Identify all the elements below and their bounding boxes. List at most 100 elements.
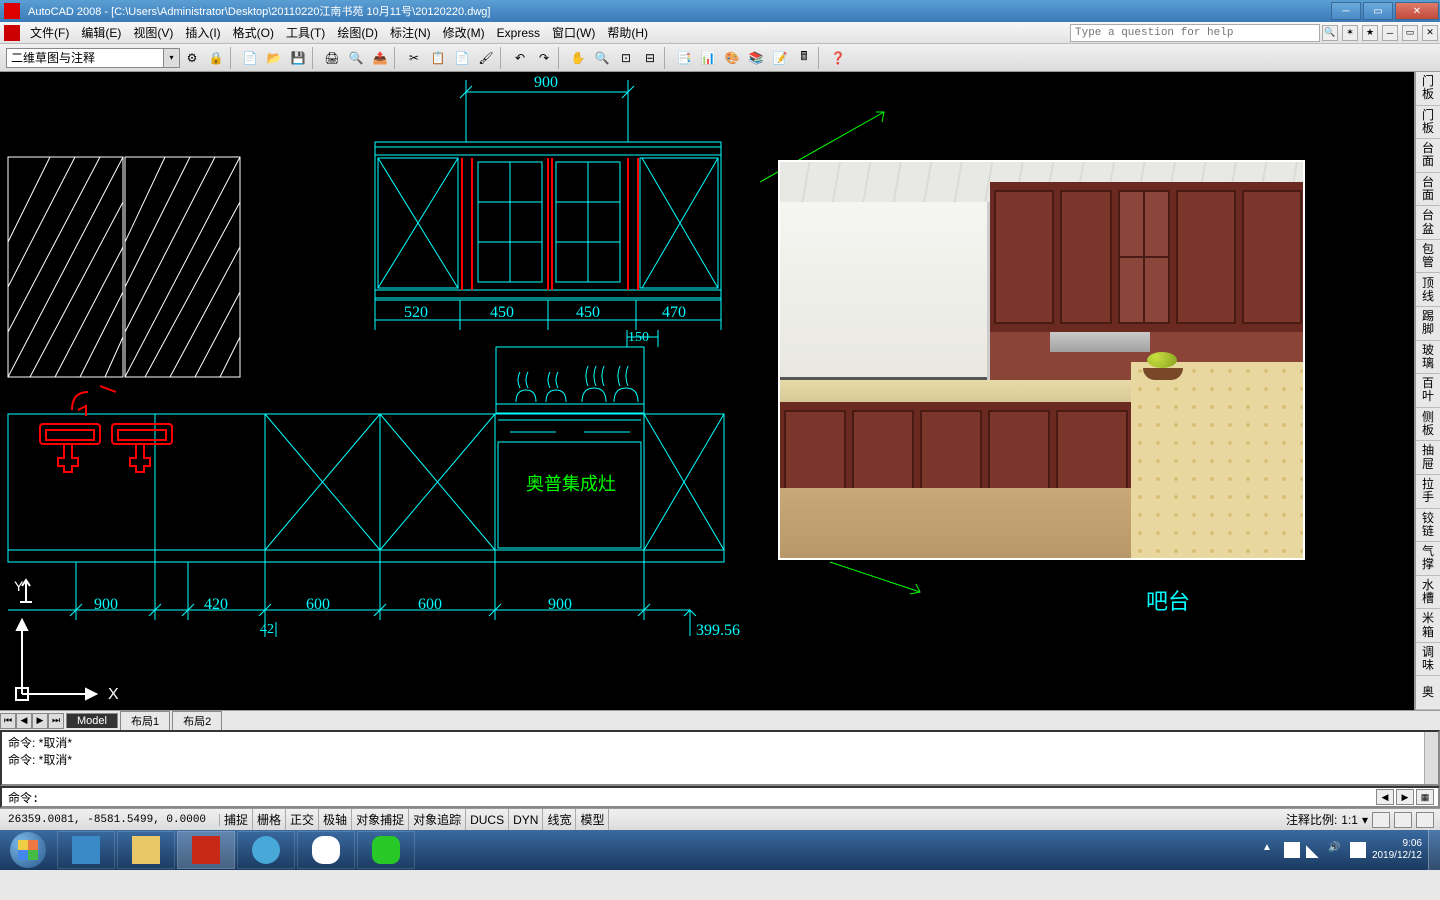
favorites-icon[interactable]: ★ (1362, 25, 1378, 41)
status-snap[interactable]: 捕捉 (220, 809, 253, 830)
tab-model[interactable]: Model (66, 713, 118, 728)
menu-file[interactable]: 文件(F) (24, 24, 75, 41)
status-lwt[interactable]: 线宽 (543, 809, 576, 830)
menu-insert[interactable]: 插入(I) (179, 24, 226, 41)
taskbar-autocad[interactable] (177, 831, 235, 869)
undo-icon[interactable]: ↶ (509, 47, 531, 69)
zoom-window-icon[interactable]: ⊡ (615, 47, 637, 69)
status-grid[interactable]: 栅格 (253, 809, 286, 830)
palette-item[interactable]: 门板 (1416, 72, 1440, 106)
status-tray-icon[interactable] (1416, 812, 1434, 828)
sheet-set-icon[interactable]: 📚 (745, 47, 767, 69)
print-preview-icon[interactable]: 🔍 (345, 47, 367, 69)
tray-volume-icon[interactable]: 🔊 (1328, 842, 1344, 858)
menu-help[interactable]: 帮助(H) (601, 24, 654, 41)
match-properties-icon[interactable]: 🖌 (475, 47, 497, 69)
menu-edit[interactable]: 编辑(E) (75, 24, 127, 41)
palette-item[interactable]: 奥 (1416, 676, 1440, 710)
menu-window[interactable]: 窗口(W) (546, 24, 601, 41)
help-search-icon[interactable]: 🔍 (1322, 25, 1338, 41)
palette-item[interactable]: 铰链 (1416, 509, 1440, 543)
minimize-button[interactable]: ─ (1331, 2, 1361, 20)
save-file-icon[interactable]: 💾 (287, 47, 309, 69)
palette-item[interactable]: 气撑 (1416, 542, 1440, 576)
show-desktop-button[interactable] (1428, 830, 1440, 870)
cmd-left-icon[interactable]: ◀ (1376, 789, 1394, 805)
palette-item[interactable]: 台面 (1416, 173, 1440, 207)
print-icon[interactable]: 🖨 (321, 47, 343, 69)
annotation-visibility-icon[interactable] (1372, 812, 1390, 828)
menu-draw[interactable]: 绘图(D) (331, 24, 384, 41)
menu-dimension[interactable]: 标注(N) (384, 24, 437, 41)
palette-item[interactable]: 侧板 (1416, 408, 1440, 442)
palette-item[interactable]: 玻璃 (1416, 341, 1440, 375)
scale-value[interactable]: 1:1 (1341, 813, 1358, 827)
zoom-previous-icon[interactable]: ⊟ (639, 47, 661, 69)
redo-icon[interactable]: ↷ (533, 47, 555, 69)
workspace-settings-icon[interactable]: ⚙ (181, 47, 203, 69)
tray-ime-icon[interactable] (1350, 842, 1366, 858)
mdi-restore-button[interactable]: ▭ (1402, 25, 1418, 41)
taskbar-qq[interactable] (297, 831, 355, 869)
taskbar-explorer[interactable] (117, 831, 175, 869)
palette-item[interactable]: 顶线 (1416, 273, 1440, 307)
status-otrack[interactable]: 对象追踪 (409, 809, 466, 830)
properties-icon[interactable]: 📑 (673, 47, 695, 69)
status-ortho[interactable]: 正交 (286, 809, 319, 830)
workspace-combo-dropdown[interactable]: ▾ (164, 48, 180, 68)
cmd-scrollbar[interactable] (1424, 732, 1438, 784)
tab-nav-first[interactable]: ⏮ (0, 713, 16, 729)
publish-icon[interactable]: 📤 (369, 47, 391, 69)
palette-item[interactable]: 抽屉 (1416, 441, 1440, 475)
scale-dropdown-icon[interactable]: ▾ (1362, 813, 1368, 827)
mdi-close-button[interactable]: ✕ (1422, 25, 1438, 41)
cmd-clean-icon[interactable]: ▦ (1416, 789, 1434, 805)
palette-item[interactable]: 调味 (1416, 643, 1440, 677)
tab-layout2[interactable]: 布局2 (172, 711, 222, 730)
tray-up-icon[interactable]: ▲ (1262, 842, 1278, 858)
palette-item[interactable]: 台盆 (1416, 206, 1440, 240)
status-dyn[interactable]: DYN (509, 809, 543, 830)
menu-format[interactable]: 格式(O) (227, 24, 280, 41)
palette-item[interactable]: 米箱 (1416, 609, 1440, 643)
help-search-input[interactable] (1070, 24, 1320, 42)
palette-item[interactable]: 百叶 (1416, 374, 1440, 408)
cut-icon[interactable]: ✂ (403, 47, 425, 69)
start-button[interactable] (0, 830, 56, 870)
menu-express[interactable]: Express (491, 26, 546, 40)
palette-item[interactable]: 包管 (1416, 240, 1440, 274)
design-center-icon[interactable]: 📊 (697, 47, 719, 69)
tab-nav-next[interactable]: ▶ (32, 713, 48, 729)
palette-item[interactable]: 踢脚 (1416, 307, 1440, 341)
zoom-icon[interactable]: 🔍 (591, 47, 613, 69)
maximize-button[interactable]: ▭ (1363, 2, 1393, 20)
tab-layout1[interactable]: 布局1 (120, 711, 170, 730)
tray-network-icon[interactable] (1306, 842, 1322, 858)
workspace-lock-icon[interactable]: 🔒 (205, 47, 227, 69)
tool-palette-icon[interactable]: 🎨 (721, 47, 743, 69)
open-file-icon[interactable]: 📂 (263, 47, 285, 69)
status-ducs[interactable]: DUCS (466, 809, 509, 830)
autodesk-icon[interactable] (4, 25, 20, 41)
new-file-icon[interactable]: 📄 (239, 47, 261, 69)
annotation-autoscale-icon[interactable] (1394, 812, 1412, 828)
quickcalc-icon[interactable]: 🖩 (793, 47, 815, 69)
drawing-canvas[interactable]: 900 520 450 450 470 150 900 420 42 600 6… (0, 72, 1414, 710)
taskbar-app[interactable] (57, 831, 115, 869)
copy-icon[interactable]: 📋 (427, 47, 449, 69)
taskbar-wechat[interactable] (357, 831, 415, 869)
tray-flag-icon[interactable] (1284, 842, 1300, 858)
tab-nav-prev[interactable]: ◀ (16, 713, 32, 729)
taskbar-browser[interactable] (237, 831, 295, 869)
comm-center-icon[interactable]: ✶ (1342, 25, 1358, 41)
palette-item[interactable]: 台面 (1416, 139, 1440, 173)
tab-nav-last[interactable]: ⏭ (48, 713, 64, 729)
close-button[interactable]: ✕ (1395, 2, 1439, 20)
status-model[interactable]: 模型 (576, 809, 609, 830)
status-polar[interactable]: 极轴 (319, 809, 352, 830)
tray-clock[interactable]: 9:06 2019/12/12 (1372, 838, 1422, 862)
palette-item[interactable]: 门板 (1416, 106, 1440, 140)
workspace-combo[interactable]: 二维草图与注释 (6, 48, 164, 68)
cmd-right-icon[interactable]: ▶ (1396, 789, 1414, 805)
markup-icon[interactable]: 📝 (769, 47, 791, 69)
